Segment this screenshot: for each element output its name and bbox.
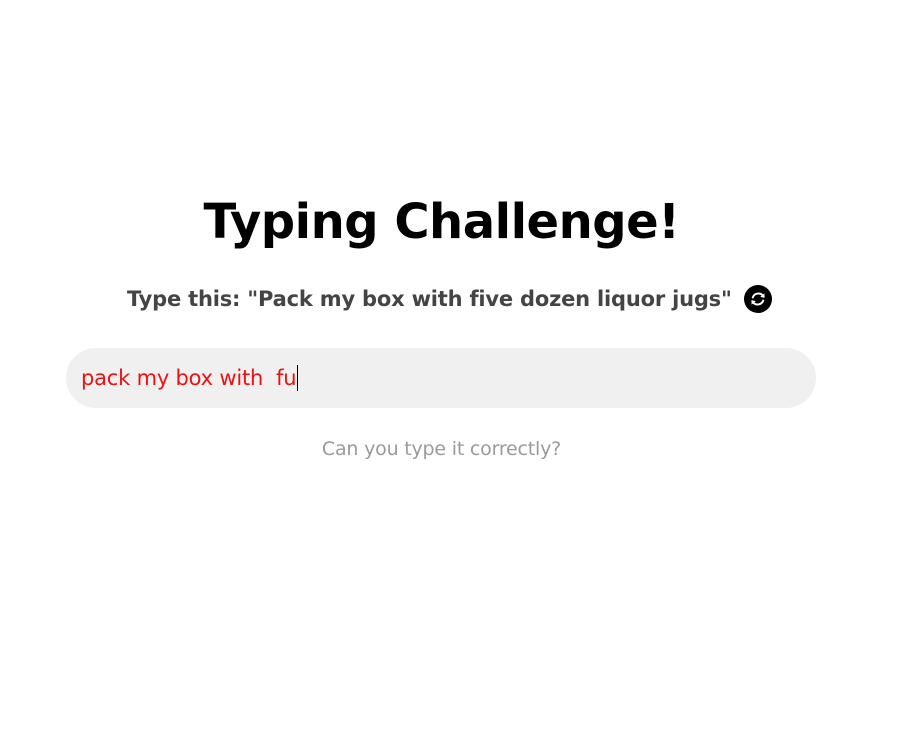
challenge-prompt: Type this: "Pack my box with five dozen …	[127, 283, 772, 315]
refresh-button[interactable]	[743, 285, 772, 313]
typing-challenge-page: Typing Challenge! Type this: "Pack my bo…	[0, 0, 907, 732]
refresh-icon	[751, 292, 765, 306]
prompt-label: Type this: "Pack my box with five dozen …	[127, 287, 732, 311]
hint-text: Can you type it correctly?	[321, 438, 562, 460]
text-caret	[297, 365, 299, 391]
page-title: Typing Challenge!	[203, 194, 680, 250]
typed-text: pack my box with fu	[81, 366, 297, 390]
typing-input[interactable]: pack my box with fu	[66, 348, 816, 408]
